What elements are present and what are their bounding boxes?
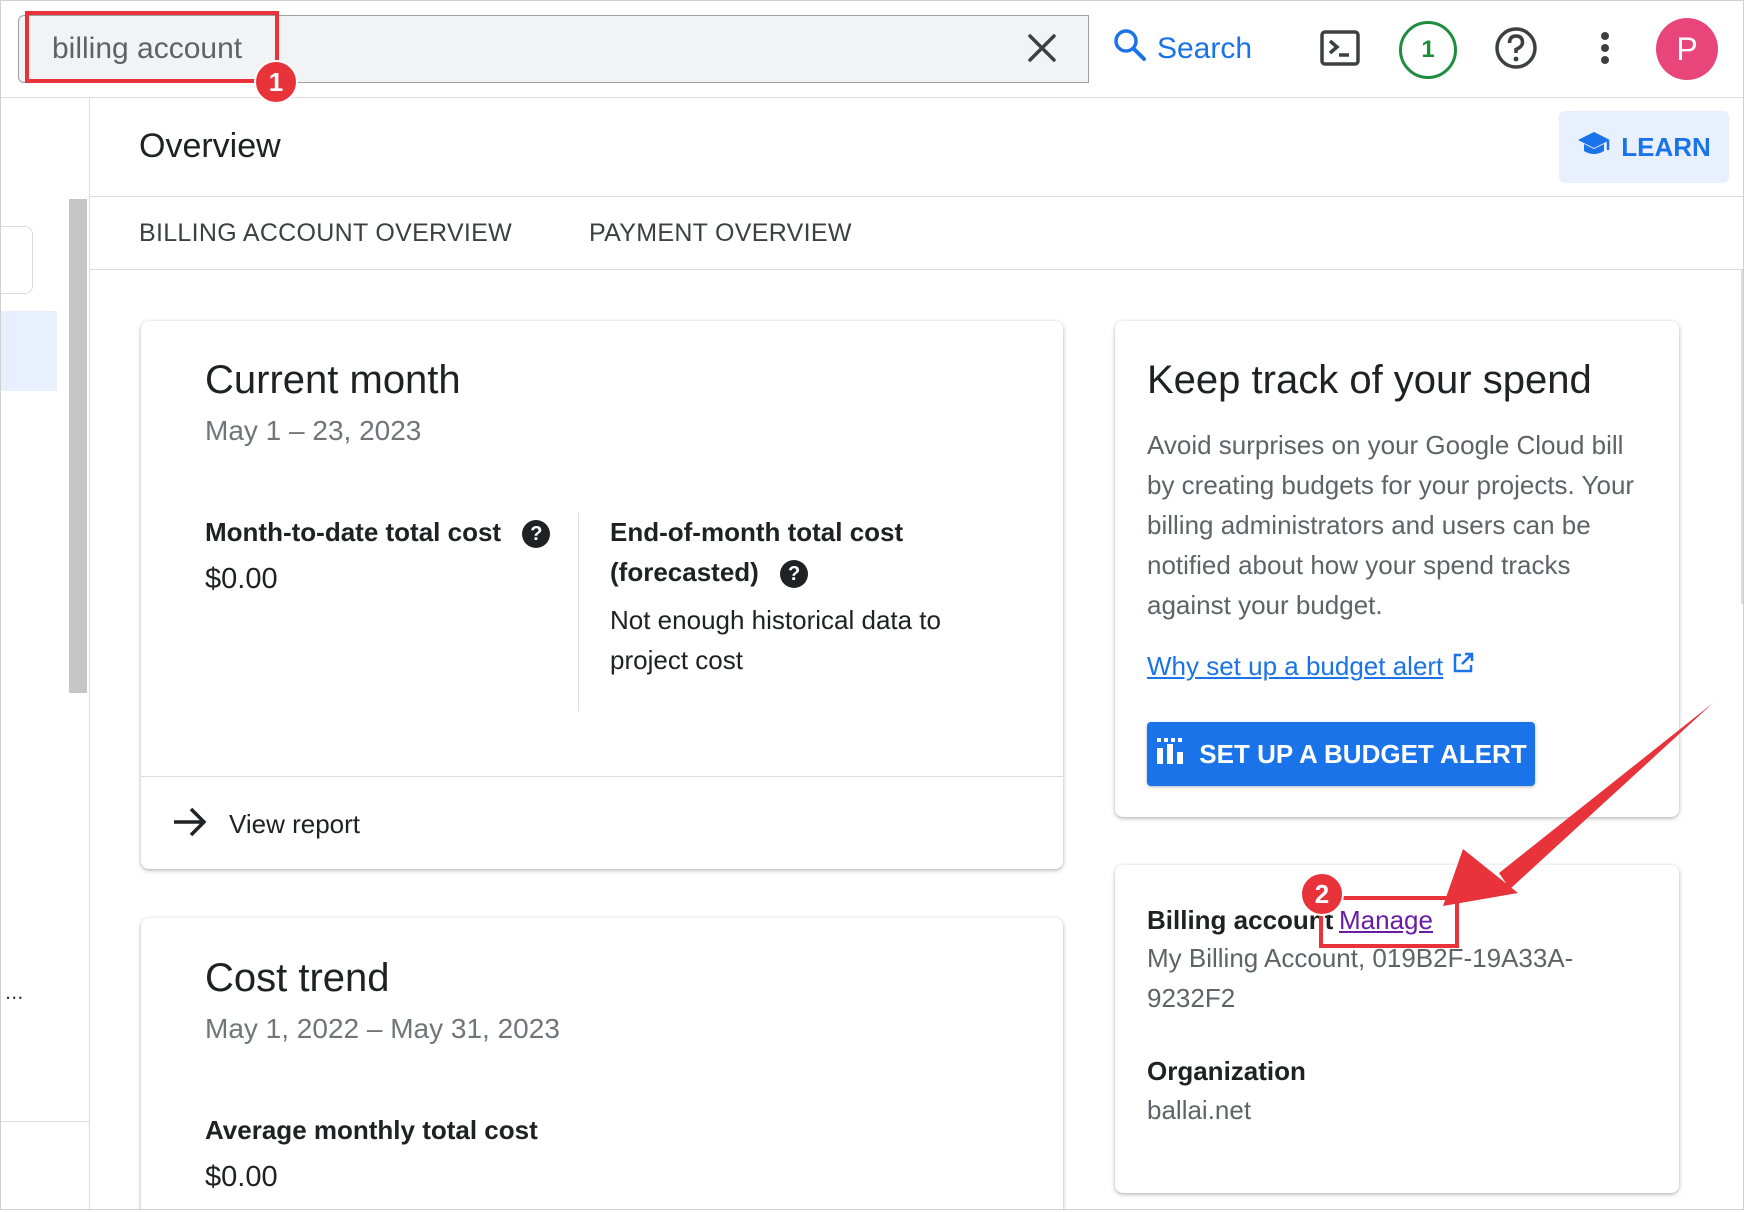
annotation-box-search: [25, 11, 279, 83]
header-divider: [90, 196, 1743, 197]
tab-payment-overview[interactable]: PAYMENT OVERVIEW: [589, 219, 852, 248]
help-icon[interactable]: [1489, 21, 1543, 75]
set-up-budget-alert-label: SET UP A BUDGET ALERT: [1199, 738, 1527, 769]
sidebar-truncated-item[interactable]: ...: [5, 979, 23, 1005]
budget-description-line: notified about how your spend tracks: [1147, 550, 1571, 580]
avg-cost-label: Average monthly total cost: [205, 1115, 538, 1145]
sidebar-selector[interactable]: [1, 226, 33, 294]
search-icon: [1113, 28, 1147, 70]
current-month-title: Current month: [205, 358, 461, 402]
annotation-number-2: 2: [1300, 872, 1344, 916]
organization-value: ballai.net: [1147, 1095, 1252, 1125]
budget-alert-link-text: Why set up a budget alert: [1147, 651, 1444, 681]
sidebar-border: [89, 98, 90, 1209]
eom-cost-label-line2: (forecasted): [610, 557, 759, 587]
notification-count: 1: [1421, 36, 1435, 63]
arrow-right-icon: [171, 805, 209, 844]
clear-search-icon[interactable]: [1024, 30, 1060, 66]
budget-description-line: Avoid surprises on your Google Cloud bil…: [1147, 430, 1624, 460]
graduation-cap-icon: [1577, 129, 1611, 166]
organization-label: Organization: [1147, 1056, 1306, 1086]
tab-billing-account-overview[interactable]: BILLING ACCOUNT OVERVIEW: [139, 219, 512, 248]
cost-trend-card: Cost trend May 1, 2022 – May 31, 2023 Av…: [141, 918, 1063, 1209]
annotation-number-text: 1: [268, 66, 284, 97]
search-button-label: Search: [1156, 31, 1253, 65]
mtd-cost-value: $0.00: [205, 563, 278, 595]
set-up-budget-alert-button[interactable]: SET UP A BUDGET ALERT: [1147, 722, 1535, 786]
billing-account-line2: 9232F2: [1147, 983, 1236, 1013]
mtd-cost-label-row: Month-to-date total cost ?: [205, 517, 551, 549]
sidebar-scrollbar[interactable]: [69, 199, 87, 693]
content-scrollbar[interactable]: [1741, 269, 1743, 604]
avatar[interactable]: P: [1656, 18, 1718, 80]
learn-label: LEARN: [1621, 131, 1711, 162]
sidebar-item-active[interactable]: [1, 311, 57, 391]
mtd-help-icon[interactable]: ?: [522, 520, 551, 549]
eom-cost-label-line1: End-of-month total cost: [610, 517, 904, 547]
app-window: billing account Search 1 P ... Overview: [0, 0, 1744, 1210]
eom-message-line1: Not enough historical data to: [610, 605, 941, 635]
notifications-badge[interactable]: 1: [1399, 21, 1457, 79]
learn-button[interactable]: LEARN: [1559, 111, 1729, 183]
budget-description-line: by creating budgets for your projects. Y…: [1147, 470, 1635, 500]
mtd-cost-label: Month-to-date total cost: [205, 517, 502, 547]
budget-chart-icon: [1155, 736, 1185, 773]
external-link-icon: [1451, 651, 1475, 681]
sidebar-divider: [1, 1121, 89, 1122]
avatar-initial: P: [1676, 30, 1698, 67]
eom-cost-label-row: (forecasted) ?: [610, 557, 809, 589]
cloud-shell-icon[interactable]: [1313, 21, 1367, 75]
cost-trend-title: Cost trend: [205, 956, 390, 1000]
budget-description-line: billing administrators and users can be: [1147, 510, 1591, 540]
annotation-number-1: 1: [254, 60, 298, 104]
billing-account-label: Billing account: [1147, 905, 1334, 935]
current-month-card: Current month May 1 – 23, 2023 Month-to-…: [141, 321, 1063, 869]
budget-description: Avoid surprises on your Google Cloud bil…: [1147, 425, 1667, 625]
budget-alert-info-link[interactable]: Why set up a budget alert: [1147, 651, 1475, 682]
budget-card: Keep track of your spend Avoid surprises…: [1115, 321, 1679, 817]
tabs-divider: [90, 269, 1743, 270]
cost-column-divider: [578, 513, 579, 711]
more-options-icon[interactable]: [1578, 21, 1632, 75]
avg-cost-value: $0.00: [205, 1161, 278, 1193]
cost-trend-date-range: May 1, 2022 – May 31, 2023: [205, 1013, 560, 1044]
budget-description-line: against your budget.: [1147, 590, 1383, 620]
annotation-number-text: 2: [1314, 878, 1330, 909]
view-report-label: View report: [229, 809, 361, 839]
eom-help-icon[interactable]: ?: [780, 560, 809, 589]
budget-card-title: Keep track of your spend: [1147, 358, 1592, 402]
eom-message-line2: project cost: [610, 645, 743, 675]
current-month-date-range: May 1 – 23, 2023: [205, 415, 422, 446]
search-button[interactable]: Search: [1088, 14, 1276, 83]
page-title: Overview: [139, 127, 281, 165]
view-report-link[interactable]: View report: [171, 777, 1063, 869]
